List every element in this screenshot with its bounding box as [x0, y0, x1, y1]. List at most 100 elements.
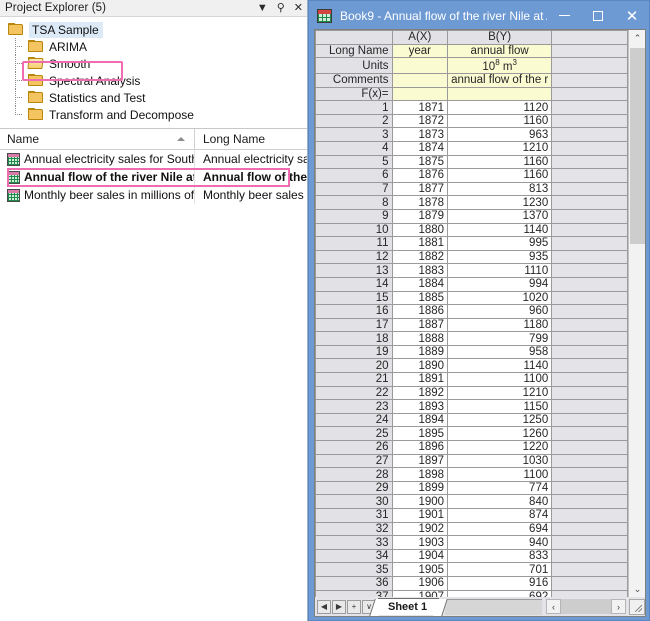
meta-cell-b[interactable]: 108 m3 — [448, 58, 552, 74]
row-header[interactable]: 19 — [316, 345, 393, 359]
row-header[interactable]: 25 — [316, 427, 393, 441]
cell-b[interactable]: 994 — [448, 277, 552, 291]
list-item[interactable]: Annual electricity sales for South A... … — [0, 150, 307, 168]
tree-item-statistics-and-test[interactable]: Statistics and Test — [0, 89, 307, 106]
row-header[interactable]: 8 — [316, 196, 393, 210]
cell-b[interactable]: 1100 — [448, 468, 552, 482]
row-header[interactable]: 36 — [316, 576, 393, 590]
cell-b[interactable]: 1140 — [448, 223, 552, 237]
meta-cell-b[interactable]: annual flow — [448, 44, 552, 58]
row-header[interactable]: 9 — [316, 209, 393, 223]
sheet-tab-sheet1[interactable]: Sheet 1 — [378, 598, 439, 615]
cell-a[interactable]: 1900 — [392, 495, 448, 509]
column-header-long-name[interactable]: Long Name — [195, 129, 307, 150]
cell-a[interactable]: 1883 — [392, 264, 448, 278]
row-header[interactable]: 35 — [316, 563, 393, 577]
cell-b[interactable]: 701 — [448, 563, 552, 577]
horizontal-scrollbar-track[interactable] — [561, 599, 611, 614]
cell-a[interactable]: 1886 — [392, 305, 448, 319]
cell-b[interactable]: 935 — [448, 250, 552, 264]
list-item[interactable]: Monthly beer sales in millions of b... M… — [0, 186, 307, 204]
cell-a[interactable]: 1901 — [392, 509, 448, 523]
row-header[interactable]: 32 — [316, 522, 393, 536]
cell-a[interactable]: 1906 — [392, 576, 448, 590]
row-header[interactable]: 21 — [316, 373, 393, 387]
cell-b[interactable]: 1210 — [448, 386, 552, 400]
row-header[interactable]: 23 — [316, 400, 393, 414]
tab-add-button[interactable]: + — [347, 600, 361, 614]
cell-b[interactable]: 833 — [448, 549, 552, 563]
row-header[interactable]: 34 — [316, 549, 393, 563]
cell-a[interactable]: 1885 — [392, 291, 448, 305]
cell-b[interactable]: 1140 — [448, 359, 552, 373]
cell-b[interactable]: 940 — [448, 536, 552, 550]
cell-a[interactable]: 1882 — [392, 250, 448, 264]
horizontal-scrollbar-thumb[interactable] — [561, 599, 611, 614]
cell-b[interactable]: 1110 — [448, 264, 552, 278]
row-header[interactable]: 11 — [316, 237, 393, 251]
corner-header[interactable] — [316, 31, 393, 45]
cell-b[interactable]: 1250 — [448, 413, 552, 427]
row-header[interactable]: 14 — [316, 277, 393, 291]
meta-cell-a[interactable]: year — [392, 44, 448, 58]
cell-a[interactable]: 1899 — [392, 481, 448, 495]
row-header[interactable]: 24 — [316, 413, 393, 427]
scroll-right-button[interactable]: › — [611, 599, 626, 614]
cell-a[interactable]: 1879 — [392, 209, 448, 223]
cell-b[interactable]: 694 — [448, 522, 552, 536]
cell-a[interactable]: 1903 — [392, 536, 448, 550]
row-header[interactable]: 2 — [316, 114, 393, 128]
column-header-name[interactable]: Name — [0, 129, 195, 150]
close-icon[interactable]: ✕ — [294, 3, 303, 14]
cell-b[interactable]: 1020 — [448, 291, 552, 305]
meta-cell-a[interactable] — [392, 74, 448, 88]
meta-cell-a[interactable] — [392, 58, 448, 74]
cell-a[interactable]: 1878 — [392, 196, 448, 210]
row-header[interactable]: 15 — [316, 291, 393, 305]
row-header[interactable]: 10 — [316, 223, 393, 237]
tree-item-spectral-analysis[interactable]: Spectral Analysis — [0, 72, 307, 89]
list-item[interactable]: Annual flow of the river Nile at A... An… — [0, 168, 307, 186]
cell-b[interactable]: 960 — [448, 305, 552, 319]
row-header[interactable]: 33 — [316, 536, 393, 550]
cell-b[interactable]: 1160 — [448, 155, 552, 169]
cell-a[interactable]: 1893 — [392, 400, 448, 414]
row-header[interactable]: 16 — [316, 305, 393, 319]
cell-a[interactable]: 1904 — [392, 549, 448, 563]
meta-cell-b[interactable]: annual flow of the r — [448, 74, 552, 88]
vertical-scrollbar[interactable]: ⌃ ⌄ — [628, 30, 645, 598]
cell-a[interactable]: 1872 — [392, 114, 448, 128]
row-header[interactable]: 18 — [316, 332, 393, 346]
tree-item-tsa-sample[interactable]: TSA Sample — [0, 21, 307, 38]
cell-a[interactable]: 1892 — [392, 386, 448, 400]
cell-a[interactable]: 1884 — [392, 277, 448, 291]
column-header-a[interactable]: A(X) — [392, 31, 448, 45]
cell-b[interactable]: 995 — [448, 237, 552, 251]
cell-a[interactable]: 1873 — [392, 128, 448, 142]
cell-b[interactable]: 1220 — [448, 441, 552, 455]
cell-b[interactable]: 916 — [448, 576, 552, 590]
workbook-titlebar[interactable]: Book9 - Annual flow of the river Nile at… — [309, 1, 649, 31]
cell-b[interactable]: 963 — [448, 128, 552, 142]
cell-b[interactable]: 774 — [448, 481, 552, 495]
cell-a[interactable]: 1902 — [392, 522, 448, 536]
cell-b[interactable]: 1230 — [448, 196, 552, 210]
cell-b[interactable]: 1150 — [448, 400, 552, 414]
cell-b[interactable]: 1180 — [448, 318, 552, 332]
cell-b[interactable]: 813 — [448, 182, 552, 196]
cell-a[interactable]: 1877 — [392, 182, 448, 196]
scroll-down-button[interactable]: ⌄ — [629, 581, 646, 598]
cell-b[interactable]: 1120 — [448, 101, 552, 115]
horizontal-scrollbar[interactable]: ‹ › — [546, 598, 626, 615]
row-header[interactable]: 20 — [316, 359, 393, 373]
tab-next-button[interactable]: ▶ — [332, 600, 346, 614]
cell-a[interactable]: 1875 — [392, 155, 448, 169]
row-header[interactable]: 7 — [316, 182, 393, 196]
scroll-up-button[interactable]: ⌃ — [629, 30, 646, 47]
cell-b[interactable]: 1260 — [448, 427, 552, 441]
row-header[interactable]: 29 — [316, 481, 393, 495]
cell-b[interactable]: 958 — [448, 345, 552, 359]
row-header[interactable]: 3 — [316, 128, 393, 142]
cell-b[interactable]: 1160 — [448, 114, 552, 128]
row-header[interactable]: 13 — [316, 264, 393, 278]
